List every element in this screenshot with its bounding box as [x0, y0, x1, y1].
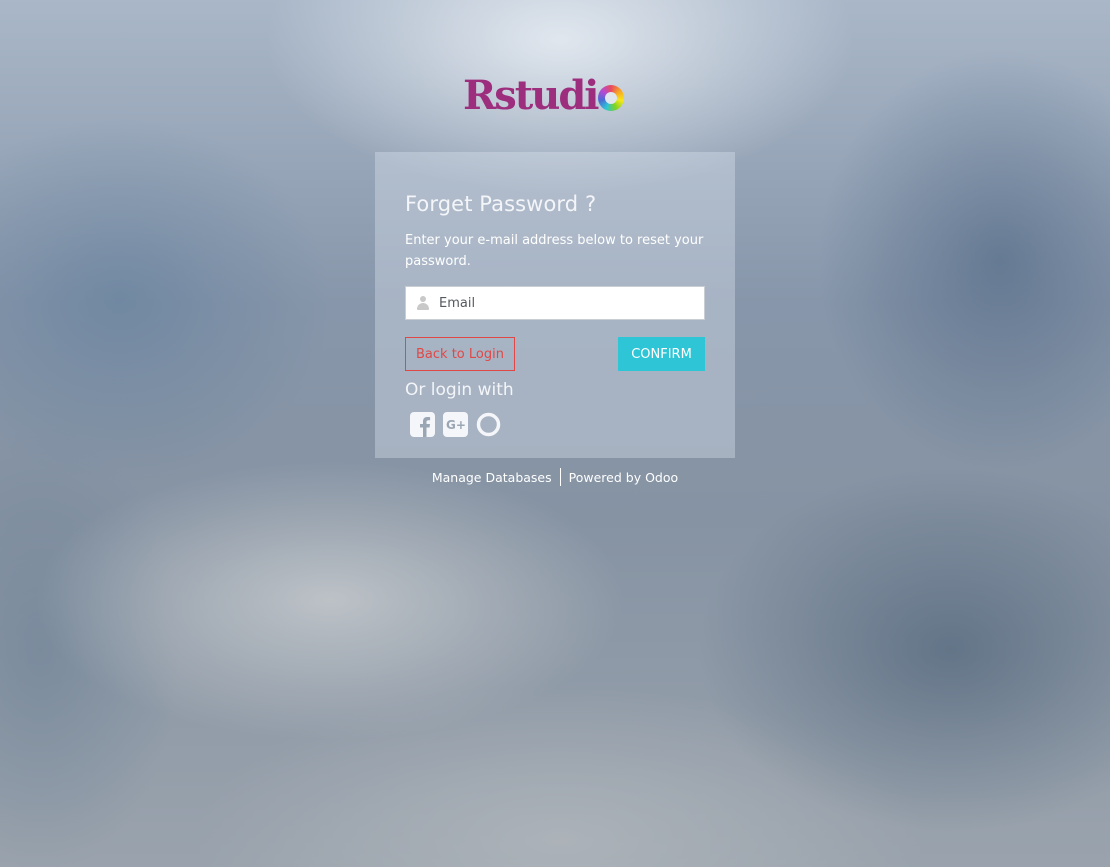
- email-input[interactable]: [439, 288, 699, 318]
- powered-by-odoo-link[interactable]: Powered by Odoo: [569, 470, 679, 485]
- confirm-button[interactable]: CONFIRM: [618, 337, 705, 371]
- facebook-icon[interactable]: [410, 412, 435, 437]
- reset-password-panel: Forget Password ? Enter your e-mail addr…: [375, 152, 735, 458]
- manage-databases-link[interactable]: Manage Databases: [432, 470, 552, 485]
- footer: Manage Databases Powered by Odoo: [0, 468, 1110, 486]
- page-title: Forget Password ?: [405, 192, 597, 216]
- logo-text: Rstudi: [463, 72, 599, 119]
- back-to-login-button[interactable]: Back to Login: [405, 337, 515, 371]
- or-login-label: Or login with: [405, 380, 514, 400]
- svg-text:G+: G+: [446, 418, 466, 432]
- brand-logo: Rstudi: [463, 74, 647, 118]
- email-field[interactable]: [405, 286, 705, 320]
- user-icon: [417, 296, 429, 310]
- footer-divider: [559, 468, 561, 486]
- google-plus-icon[interactable]: G+: [443, 412, 468, 437]
- odoo-icon[interactable]: [476, 412, 501, 437]
- logo-ring-icon: [598, 85, 625, 111]
- instructions-text: Enter your e-mail address below to reset…: [405, 233, 704, 269]
- social-login-group: G+: [410, 412, 501, 437]
